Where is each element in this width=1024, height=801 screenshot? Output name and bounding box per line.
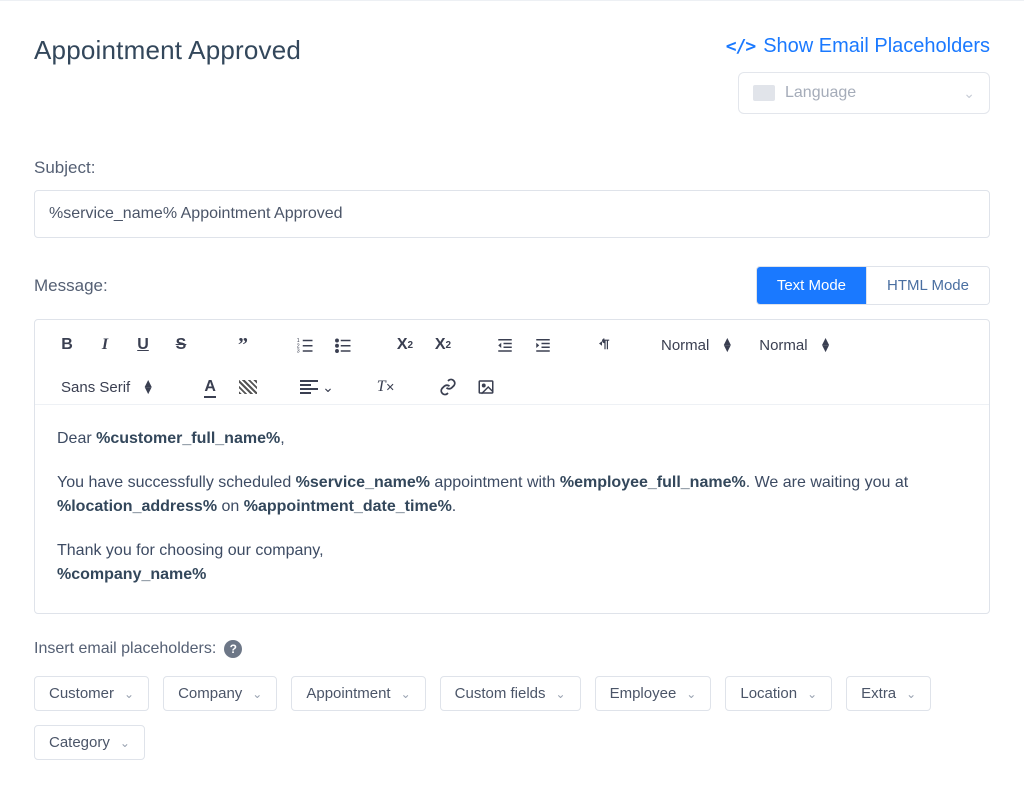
heading-dropdown[interactable]: Normal ▲▼ [653, 330, 741, 360]
page-container: Appointment Approved </> Show Email Plac… [0, 1, 1024, 800]
tab-text-mode[interactable]: Text Mode [757, 267, 866, 304]
code-icon: </> [726, 36, 756, 57]
subject-field: Subject: [34, 158, 990, 238]
chevron-down-icon: ⌄ [556, 687, 566, 701]
outdent-button[interactable] [491, 330, 519, 360]
sort-icon: ▲▼ [820, 338, 832, 352]
subject-label: Subject: [34, 158, 990, 178]
background-color-button[interactable] [234, 372, 262, 402]
sort-icon: ▲▼ [142, 380, 154, 394]
flag-icon [753, 85, 775, 101]
editor-toolbar: B I U S ” 123 X2 X2 [35, 320, 989, 405]
image-button[interactable] [472, 372, 500, 402]
rich-text-editor: B I U S ” 123 X2 X2 [34, 319, 990, 614]
chevron-down-icon: ⌄ [120, 736, 130, 750]
page-header: Appointment Approved </> Show Email Plac… [34, 35, 990, 114]
tab-html-mode[interactable]: HTML Mode [866, 267, 989, 304]
placeholder-pill-custom-fields[interactable]: Custom fields⌄ [440, 676, 581, 711]
editor-mode-tabs: Text Mode HTML Mode [756, 266, 990, 305]
placeholder-pill-extra[interactable]: Extra⌄ [846, 676, 931, 711]
subject-input[interactable] [34, 190, 990, 238]
chevron-down-icon: ⌄ [124, 687, 134, 701]
header-right: </> Show Email Placeholders Language ⌄ [726, 35, 990, 114]
chevron-down-icon: ⌄ [906, 687, 916, 701]
font-dropdown[interactable]: Sans Serif ▲▼ [53, 372, 162, 402]
message-label: Message: [34, 276, 108, 296]
strikethrough-button[interactable]: S [167, 330, 195, 360]
italic-button[interactable]: I [91, 330, 119, 360]
chevron-down-icon: ⌄ [252, 687, 262, 701]
unordered-list-button[interactable] [329, 330, 357, 360]
insert-placeholders-label-row: Insert email placeholders: ? [34, 640, 990, 658]
hatch-icon [239, 380, 257, 394]
placeholder-pill-customer[interactable]: Customer⌄ [34, 676, 149, 711]
text-direction-button[interactable] [591, 330, 619, 360]
placeholder-pills: Customer⌄ Company⌄ Appointment⌄ Custom f… [34, 676, 990, 760]
editor-body[interactable]: Dear %customer_full_name%, You have succ… [35, 405, 989, 613]
insert-placeholders-section: Insert email placeholders: ? Customer⌄ C… [34, 640, 990, 760]
chevron-down-icon: ⌄ [401, 687, 411, 701]
svg-text:3: 3 [297, 349, 300, 355]
superscript-button[interactable]: X2 [429, 330, 457, 360]
message-paragraph: Dear %customer_full_name%, [57, 427, 967, 451]
bold-button[interactable]: B [53, 330, 81, 360]
placeholder-pill-appointment[interactable]: Appointment⌄ [291, 676, 425, 711]
help-icon[interactable]: ? [224, 640, 242, 658]
size-dropdown-label: Normal [759, 337, 807, 354]
ordered-list-button[interactable]: 123 [291, 330, 319, 360]
underline-button[interactable]: U [129, 330, 157, 360]
placeholder-pill-category[interactable]: Category⌄ [34, 725, 145, 760]
align-dropdown[interactable]: ⌄ [296, 372, 338, 402]
message-paragraph: You have successfully scheduled %service… [57, 471, 967, 519]
language-placeholder: Language [785, 84, 856, 102]
placeholder-pill-employee[interactable]: Employee⌄ [595, 676, 712, 711]
chevron-down-icon: ⌄ [807, 687, 817, 701]
show-email-placeholders-label: Show Email Placeholders [763, 35, 990, 58]
placeholder-pill-location[interactable]: Location⌄ [725, 676, 832, 711]
subscript-button[interactable]: X2 [391, 330, 419, 360]
message-header: Message: Text Mode HTML Mode [34, 266, 990, 305]
insert-placeholders-label: Insert email placeholders: [34, 640, 216, 658]
page-title: Appointment Approved [34, 35, 301, 66]
heading-dropdown-label: Normal [661, 337, 709, 354]
indent-button[interactable] [529, 330, 557, 360]
clear-formatting-button[interactable]: T✕ [372, 372, 400, 402]
chevron-down-icon: ⌄ [686, 687, 696, 701]
link-button[interactable] [434, 372, 462, 402]
show-email-placeholders-link[interactable]: </> Show Email Placeholders [726, 35, 990, 58]
size-dropdown[interactable]: Normal ▲▼ [751, 330, 839, 360]
chevron-down-icon: ⌄ [963, 85, 975, 102]
text-color-button[interactable]: A [196, 372, 224, 402]
font-dropdown-label: Sans Serif [61, 379, 130, 396]
language-select[interactable]: Language ⌄ [738, 72, 990, 114]
message-paragraph: Thank you for choosing our company, %com… [57, 539, 967, 587]
language-select-left: Language [753, 84, 856, 102]
blockquote-button[interactable]: ” [229, 330, 257, 360]
sort-icon: ▲▼ [721, 338, 733, 352]
placeholder-pill-company[interactable]: Company⌄ [163, 676, 277, 711]
